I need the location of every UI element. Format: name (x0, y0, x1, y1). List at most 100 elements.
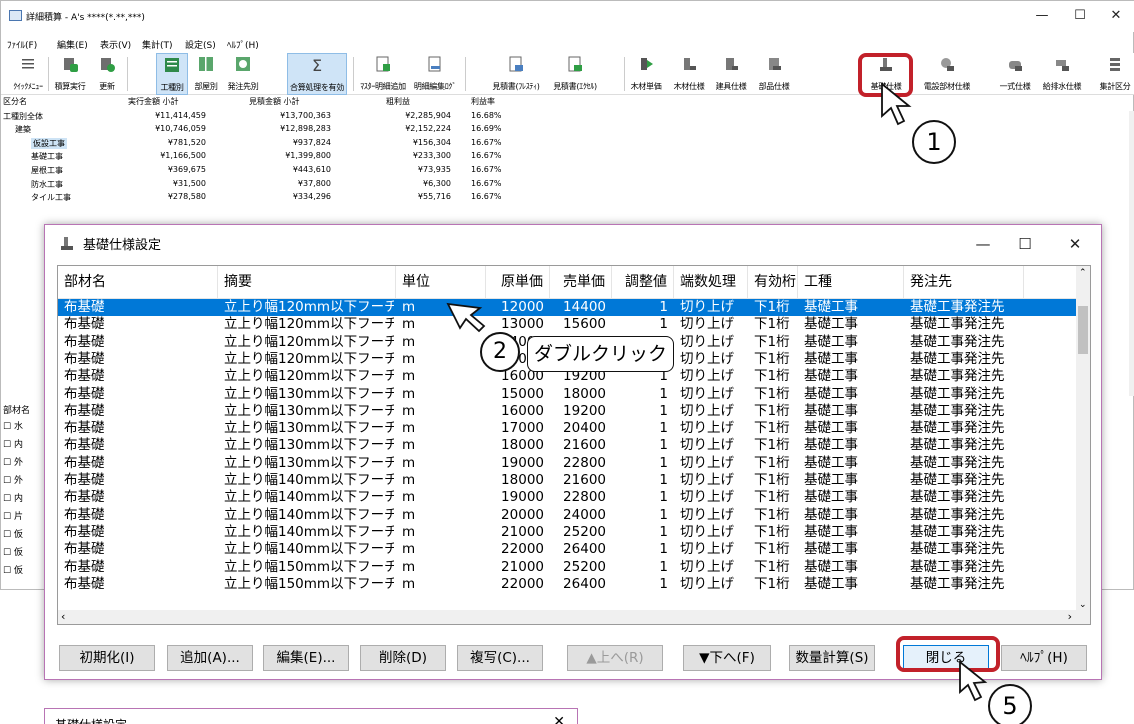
calc-run-button[interactable]: 積算実行 (53, 53, 87, 95)
table-row[interactable]: 布基礎 立上り幅130mm以下フーチ... m 19000 22800 1 切り上げ 下1桁基… (58, 455, 1078, 472)
table-row[interactable]: 屋根工事 ¥369,675 ¥443,610 ¥73,935 16.67% (1, 164, 601, 177)
col-header[interactable]: 発注先 (904, 266, 1024, 299)
menu-settings[interactable]: 設定(S) (185, 38, 216, 51)
fitting-spec-button[interactable]: 建具仕様 (711, 53, 751, 95)
menu-view[interactable]: 表示(V) (100, 38, 131, 51)
row-exec: ¥31,500 (172, 179, 206, 188)
table-cell: 22000 (501, 575, 544, 592)
table-cell: 22000 (501, 541, 544, 558)
col-header[interactable]: 摘要 (218, 266, 396, 299)
col-header[interactable]: 売単価 (550, 266, 612, 299)
dialog-close-button[interactable]: ✕ (1055, 229, 1095, 259)
edit-log-button[interactable]: 明細編集ﾛｸﾞ (413, 53, 457, 95)
close-icon[interactable]: ✕ (553, 714, 565, 724)
spec-table: 部材名 摘要 単位 原単価 売単価 調整値 端数処理 有効桁 工種 発注先 布基礎 立上り幅120m… (57, 265, 1091, 625)
table-row[interactable]: 仮設工事 ¥781,520 ¥937,824 ¥156,304 16.67% (1, 137, 601, 150)
table-row[interactable]: 布基礎 立上り幅130mm以下フーチ... m 17000 20400 1 切り上げ 下1桁基… (58, 420, 1078, 437)
menu-edit[interactable]: 編集(E) (57, 38, 88, 51)
horizontal-scrollbar[interactable]: ‹ › (58, 610, 1090, 624)
list-item[interactable]: ☐ 仮 (3, 563, 23, 576)
col-header[interactable]: 調整値 (612, 266, 674, 299)
table-cell: 切り上げ (680, 472, 734, 488)
parts-spec-button[interactable]: 部品仕様 (755, 53, 793, 95)
list-item[interactable]: ☐ 内 (3, 437, 23, 450)
row-estimate: ¥443,610 (292, 165, 331, 174)
main-scrollbar[interactable] (1129, 111, 1134, 396)
by-supplier-button[interactable]: 発注先別 (225, 53, 261, 95)
table-row[interactable]: 基礎工事 ¥1,166,500 ¥1,399,800 ¥233,300 16.6… (1, 150, 601, 163)
toolbar-label: ﾏｽﾀｰ明細追加 (360, 82, 406, 91)
table-row[interactable]: 布基礎 立上り幅140mm以下フーチ... m 19000 22800 1 切り上げ 下1桁基… (58, 489, 1078, 506)
table-row[interactable]: 防水工事 ¥31,500 ¥37,800 ¥6,300 16.67% (1, 178, 601, 191)
table-row[interactable]: 布基礎 立上り幅130mm以下フーチ... m 16000 19200 1 切り上げ 下1桁基… (58, 403, 1078, 420)
col-header[interactable]: 原単価 (486, 266, 550, 299)
add-button[interactable]: 追加(A)... (167, 645, 253, 671)
quick-menu-button[interactable]: ｸｲｯｸﾒﾆｭｰ (11, 53, 45, 95)
list-item[interactable]: ☐ 水 (3, 419, 23, 432)
table-cell: m (402, 402, 416, 419)
list-item[interactable]: ☐ 外 (3, 473, 23, 486)
col-header[interactable]: 単位 (396, 266, 486, 299)
wood-price-button[interactable]: 木材単価 (628, 53, 664, 95)
wood-spec-button[interactable]: 木材仕様 (670, 53, 708, 95)
menu-file[interactable]: ﾌｧｲﾙ(F) (7, 38, 37, 51)
dialog-maximize-button[interactable]: ☐ (1005, 229, 1045, 259)
plumbing-spec-button[interactable]: 給排水仕様 (1039, 53, 1085, 95)
scroll-up-icon[interactable]: ⌃ (1079, 268, 1087, 278)
table-row[interactable]: 布基礎 立上り幅130mm以下フーチ... m 18000 21600 1 切り上げ 下1桁基… (58, 437, 1078, 454)
scroll-down-icon[interactable]: ⌄ (1079, 600, 1087, 610)
table-row[interactable]: タイル工事 ¥278,580 ¥334,296 ¥55,716 16.67% (1, 191, 601, 204)
col-header[interactable]: 有効桁 (748, 266, 798, 299)
set-spec-button[interactable]: 一式仕様 (995, 53, 1035, 95)
delete-button[interactable]: 削除(D) (360, 645, 446, 671)
table-row[interactable]: 布基礎 立上り幅140mm以下フーチ... m 21000 25200 1 切り上げ 下1桁基… (58, 524, 1078, 541)
table-row[interactable]: 布基礎 立上り幅150mm以下フーチ... m 22000 26400 1 切り上げ 下1桁基… (58, 576, 1078, 593)
merge-process-button[interactable]: Σ 合算処理を有効 (287, 53, 347, 95)
list-item[interactable]: ☐ 内 (3, 491, 23, 504)
category-button[interactable]: 集計区分 (1097, 53, 1133, 95)
menu-total[interactable]: 集計(T) (142, 38, 173, 51)
col-header[interactable]: 端数処理 (674, 266, 748, 299)
dialog-minimize-button[interactable]: — (963, 229, 1003, 259)
list-item[interactable]: ☐ 片 (3, 509, 23, 522)
move-down-button[interactable]: ▼下へ(F) (683, 645, 771, 671)
add-master-detail-button[interactable]: ﾏｽﾀｰ明細追加 (360, 53, 406, 95)
scroll-thumb[interactable] (1078, 306, 1088, 354)
maximize-button[interactable]: ☐ (1063, 1, 1097, 31)
col-header[interactable]: 部材名 (58, 266, 218, 299)
scroll-left-icon[interactable]: ‹ (61, 610, 65, 623)
estimate-fresty-button[interactable]: 見積書(ﾌﾚｽﾃｨ) (490, 53, 542, 95)
table-row[interactable]: 布基礎 立上り幅130mm以下フーチ... m 15000 18000 1 切り上げ 下1桁基… (58, 386, 1078, 403)
table-cell: 基礎工事発注先 (910, 506, 1005, 523)
minimize-button[interactable]: — (1025, 1, 1059, 31)
copy-button[interactable]: 複写(C)... (457, 645, 543, 671)
close-button[interactable]: ✕ (1099, 1, 1133, 31)
scroll-right-icon[interactable]: › (1068, 610, 1072, 623)
table-row[interactable]: 建築 ¥10,746,059 ¥12,898,283 ¥2,152,224 16… (1, 123, 601, 136)
vertical-scrollbar[interactable]: ⌃ ⌄ (1076, 266, 1090, 612)
table-row[interactable]: 工種別全体 ¥11,414,459 ¥13,700,363 ¥2,285,904… (1, 110, 601, 123)
init-button[interactable]: 初期化(I) (59, 645, 155, 671)
table-row[interactable]: 布基礎 立上り幅140mm以下フーチ... m 22000 26400 1 切り上げ 下1桁基… (58, 541, 1078, 558)
estimate-excel-button[interactable]: 見積書(ｴｸｾﾙ) (550, 53, 600, 95)
table-row[interactable]: 布基礎 立上り幅140mm以下フーチ... m 18000 21600 1 切り上げ 下1桁基… (58, 472, 1078, 489)
table-row[interactable]: 布基礎 立上り幅120mm以下フーチ... m 12000 14400 1 切り上げ 下1桁基… (58, 299, 1078, 317)
move-up-button[interactable]: ▲上へ(R) (567, 645, 663, 671)
menu-help[interactable]: ﾍﾙﾌﾟ(H) (227, 38, 259, 51)
toolbar-label: 明細編集ﾛｸﾞ (413, 82, 457, 91)
list-item[interactable]: ☐ 仮 (3, 527, 23, 540)
quantity-calc-button[interactable]: 数量計算(S) (789, 645, 875, 671)
list-item[interactable]: ☐ 外 (3, 455, 23, 468)
table-cell: m (402, 350, 416, 367)
table-row[interactable]: 布基礎 立上り幅120mm以下フーチ... m 13000 15600 1 切り上げ 下1桁基… (58, 316, 1078, 333)
table-row[interactable]: 布基礎 立上り幅150mm以下フーチ... m 21000 25200 1 切り上げ 下1桁基… (58, 559, 1078, 576)
list-item[interactable]: ☐ 仮 (3, 545, 23, 558)
row-rate: 16.67% (471, 165, 502, 174)
col-header[interactable]: 工種 (798, 266, 904, 299)
table-cell: 下1桁 (754, 454, 790, 471)
col-header-exec-total: 実行金額 小計 (128, 97, 179, 106)
edit-button[interactable]: 編集(E)... (263, 645, 349, 671)
table-row[interactable]: 布基礎 立上り幅140mm以下フーチ... m 20000 24000 1 切り上げ 下1桁基… (58, 507, 1078, 524)
refresh-button[interactable]: 更新 (91, 53, 123, 95)
by-room-button[interactable]: 部屋別 (190, 53, 222, 95)
